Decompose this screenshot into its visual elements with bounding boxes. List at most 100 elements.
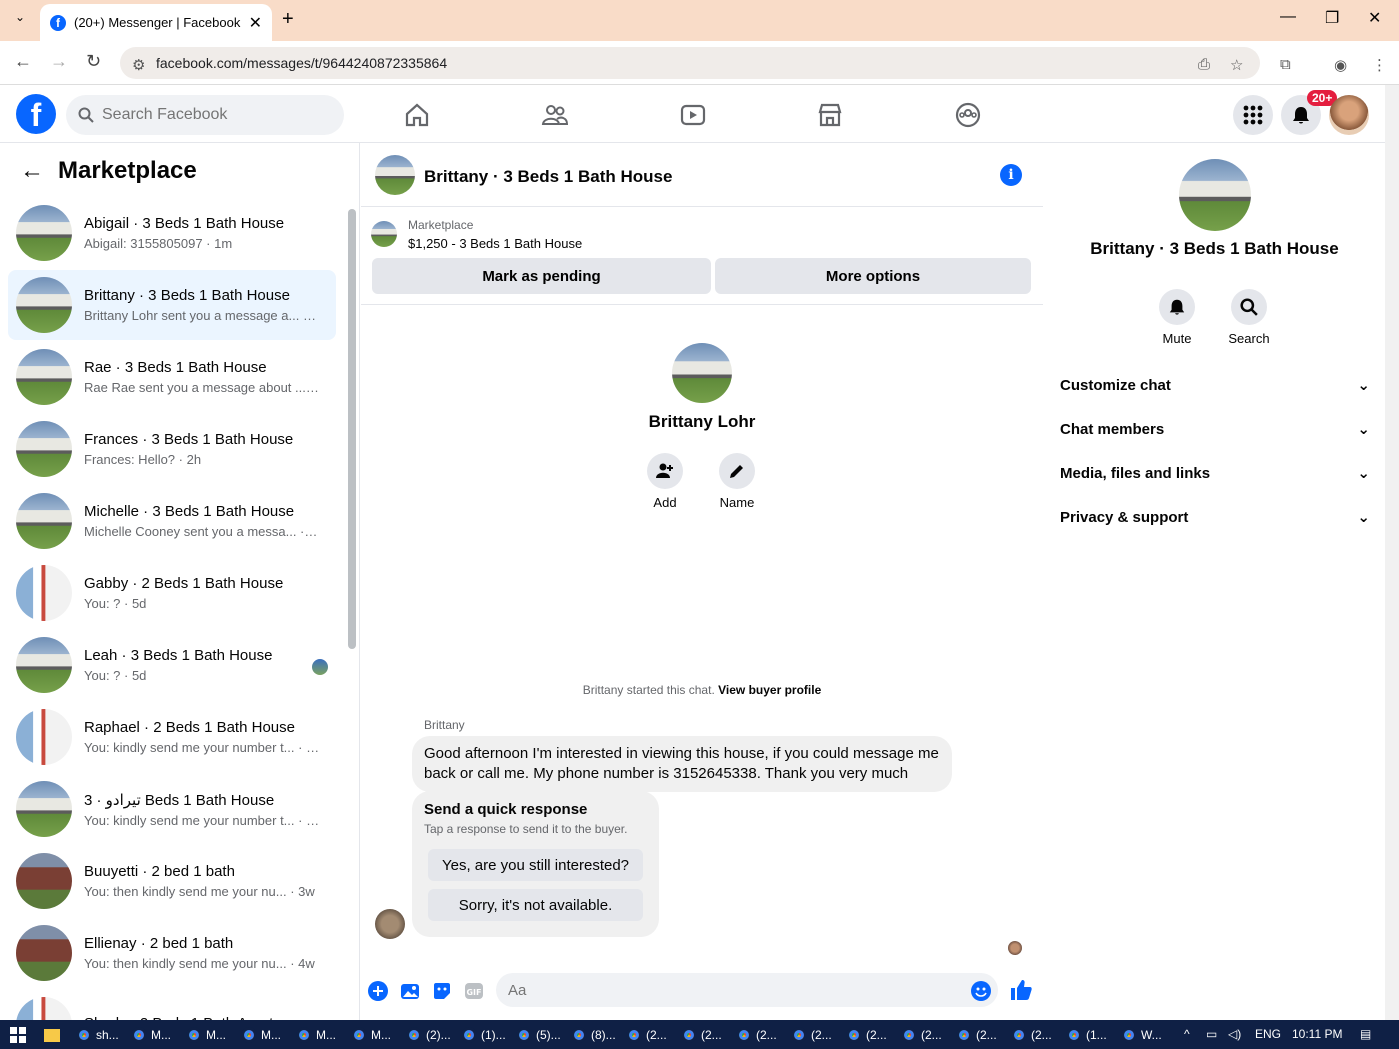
browser-tab[interactable]: f (20+) Messenger | Facebook ✕ <box>40 4 272 41</box>
listing-price[interactable]: $1,250 - 3 Beds 1 Bath House <box>408 236 582 251</box>
taskbar-app-button[interactable]: (2... <box>791 1025 832 1045</box>
section-chat-members[interactable]: Chat members ⌄ <box>1060 409 1370 449</box>
message-bubble[interactable]: Good afternoon I'm interested in viewing… <box>412 736 952 792</box>
home-icon[interactable] <box>403 101 431 129</box>
taskbar-app-button[interactable]: (2... <box>846 1025 887 1045</box>
marketplace-icon[interactable] <box>816 101 844 129</box>
conversation-item[interactable]: Raphael · 2 Beds 1 Bath House You: kindly… <box>8 702 336 772</box>
taskbar-app-button[interactable]: W... <box>1121 1025 1162 1045</box>
gif-icon[interactable]: GIF <box>464 981 484 1001</box>
search-input[interactable] <box>102 106 322 124</box>
taskbar-app-button[interactable]: (2... <box>1011 1025 1052 1045</box>
taskbar-app-button[interactable]: (2... <box>681 1025 722 1045</box>
back-arrow-icon[interactable]: ← <box>14 51 32 72</box>
menu-grid-button[interactable] <box>1233 95 1273 135</box>
plus-circle-icon[interactable] <box>368 981 388 1001</box>
taskbar-app-button[interactable]: (1)... <box>461 1025 506 1045</box>
message-input-box[interactable] <box>496 973 998 1007</box>
search-action[interactable]: Search <box>1219 289 1279 346</box>
tab-search-dropdown[interactable]: ⌄ <box>8 10 32 30</box>
quick-no-button[interactable]: Sorry, it's not available. <box>428 889 643 921</box>
reload-icon[interactable]: ↻ <box>86 51 101 72</box>
forward-arrow-icon[interactable]: → <box>50 51 68 72</box>
listing-thumbnail[interactable] <box>371 221 397 247</box>
details-avatar[interactable] <box>1179 159 1251 231</box>
conversation-item[interactable]: Abigail · 3 Beds 1 Bath House Abigail: 31… <box>8 198 336 268</box>
account-avatar[interactable] <box>1329 95 1369 135</box>
page-scrollbar[interactable] <box>1385 85 1399 1020</box>
name-action[interactable]: Name <box>707 453 767 510</box>
info-icon[interactable]: i <box>1000 164 1022 186</box>
browser-menu-icon[interactable]: ⋮ <box>1372 56 1387 74</box>
windows-start-icon[interactable] <box>10 1027 26 1043</box>
taskbar-app-button[interactable]: (5)... <box>516 1025 561 1045</box>
chat-title[interactable]: Brittany · 3 Beds 1 Bath House <box>424 167 672 187</box>
back-arrow-icon[interactable]: ← <box>20 157 44 185</box>
conversation-item[interactable]: Frances · 3 Beds 1 Bath House Frances: He… <box>8 414 336 484</box>
friends-icon[interactable] <box>541 101 569 129</box>
conversation-item[interactable]: Brittany · 3 Beds 1 Bath House Brittany L… <box>8 270 336 340</box>
mute-action[interactable]: Mute <box>1147 289 1207 346</box>
conversation-item[interactable]: Leah · 3 Beds 1 Bath House You: ? · 5d <box>8 630 336 700</box>
taskbar-app-button[interactable]: (8)... <box>571 1025 616 1045</box>
taskbar-app-button[interactable]: sh... <box>76 1025 119 1045</box>
add-action[interactable]: Add <box>635 453 695 510</box>
video-icon[interactable] <box>679 101 707 129</box>
message-input[interactable] <box>508 981 948 999</box>
section-customize-chat[interactable]: Customize chat ⌄ <box>1060 365 1370 405</box>
close-window-icon[interactable]: ✕ <box>1368 8 1381 28</box>
new-tab-icon[interactable]: + <box>282 8 294 31</box>
view-buyer-profile-link[interactable]: View buyer profile <box>718 683 821 697</box>
site-info-icon[interactable]: ⚙ <box>132 56 145 74</box>
photo-icon[interactable] <box>400 981 420 1001</box>
conversation-item[interactable]: Michelle · 3 Beds 1 Bath House Michelle C… <box>8 486 336 556</box>
conversation-item[interactable]: Buuyetti · 2 bed 1 bath You: then kindly … <box>8 846 336 916</box>
taskbar-app-button[interactable]: (2)... <box>406 1025 451 1045</box>
taskbar-app-button[interactable]: (2... <box>956 1025 997 1045</box>
url-field[interactable]: facebook.com/messages/t/9644240872335864 <box>120 47 1260 79</box>
scrollbar-thumb[interactable] <box>348 209 356 649</box>
section-media-files-links[interactable]: Media, files and links ⌄ <box>1060 453 1370 493</box>
chat-thumbnail[interactable] <box>375 155 415 195</box>
taskbar-app-button[interactable]: M... <box>186 1025 226 1045</box>
more-options-button[interactable]: More options <box>715 258 1031 294</box>
file-explorer-icon[interactable] <box>44 1025 60 1045</box>
taskbar-app-button[interactable]: M... <box>131 1025 171 1045</box>
volume-icon[interactable]: ◁) <box>1228 1027 1241 1041</box>
quick-yes-button[interactable]: Yes, are you still interested? <box>428 849 643 881</box>
install-app-icon[interactable]: ⎙ <box>1198 56 1210 73</box>
facebook-logo-icon[interactable]: f <box>16 94 56 134</box>
conversation-item[interactable]: Rae · 3 Beds 1 Bath House Rae Rae sent yo… <box>8 342 336 412</box>
sticker-icon[interactable] <box>432 981 452 1001</box>
taskbar-app-button[interactable]: M... <box>351 1025 391 1045</box>
taskbar-app-button[interactable]: (1... <box>1066 1025 1107 1045</box>
search-box[interactable] <box>66 95 344 135</box>
profile-avatar[interactable] <box>672 343 732 403</box>
notification-center-icon[interactable]: ▤ <box>1360 1027 1371 1041</box>
thumbs-up-icon[interactable] <box>1010 979 1032 1001</box>
mark-as-pending-button[interactable]: Mark as pending <box>372 258 711 294</box>
clock[interactable]: 10:11 PM <box>1292 1027 1342 1041</box>
taskbar-app-button[interactable]: (2... <box>901 1025 942 1045</box>
bookmark-star-icon[interactable]: ☆ <box>1230 56 1243 74</box>
conversation-item[interactable]: Shady · 2 Beds 1 Bath Apartmen... <box>8 990 336 1020</box>
conversation-scrollbar[interactable] <box>348 209 356 1019</box>
sender-avatar[interactable] <box>375 909 405 939</box>
taskbar-app-button[interactable]: M... <box>296 1025 336 1045</box>
section-privacy-support[interactable]: Privacy & support ⌄ <box>1060 497 1370 537</box>
network-icon[interactable]: ▭ <box>1206 1027 1217 1041</box>
minimize-icon[interactable]: — <box>1280 8 1296 26</box>
profile-icon[interactable]: ◉ <box>1334 56 1347 74</box>
close-tab-icon[interactable]: ✕ <box>249 13 262 33</box>
conversation-item[interactable]: تيرادو · 3 Beds 1 Bath House You: kindly … <box>8 774 336 844</box>
extensions-icon[interactable]: ⧉ <box>1280 56 1291 73</box>
conversation-item[interactable]: Ellienay · 2 bed 1 bath You: then kindly … <box>8 918 336 988</box>
taskbar-app-button[interactable]: (2... <box>736 1025 777 1045</box>
conversation-item[interactable]: Gabby · 2 Beds 1 Bath House You: ? · 5d <box>8 558 336 628</box>
tray-chevron-icon[interactable]: ^ <box>1184 1027 1190 1041</box>
taskbar-app-button[interactable]: M... <box>241 1025 281 1045</box>
emoji-icon[interactable] <box>971 981 991 1001</box>
language-indicator[interactable]: ENG <box>1255 1027 1281 1041</box>
groups-icon[interactable] <box>954 101 982 129</box>
maximize-icon[interactable]: ❐ <box>1325 8 1339 28</box>
